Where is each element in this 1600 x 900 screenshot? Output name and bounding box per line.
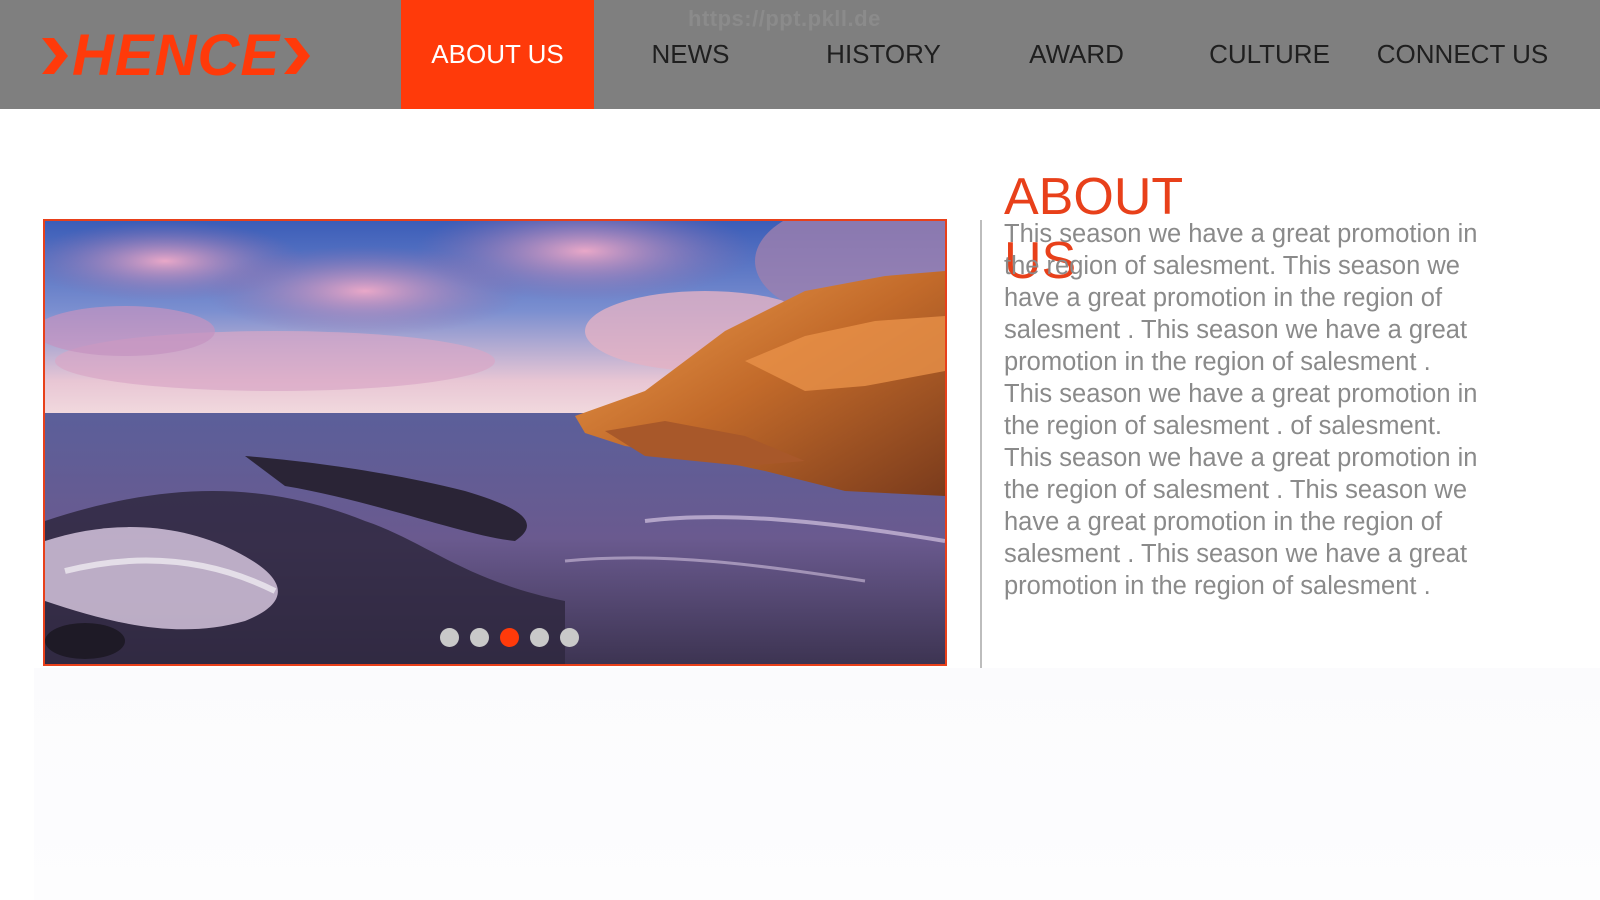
top-navbar: HENCE https://ppt.pkll.de ABOUT US NEWS … — [0, 0, 1600, 109]
nav-item-label: NEWS — [651, 39, 730, 69]
slider-dot-2[interactable] — [469, 628, 489, 647]
chevron-right-icon — [42, 38, 68, 74]
nav-item-about-us[interactable]: ABOUT US — [401, 0, 594, 109]
nav-item-label: ABOUT US — [431, 39, 564, 69]
slider-dot-4[interactable] — [529, 628, 549, 647]
bottom-background — [34, 668, 1600, 900]
nav-item-connect-us[interactable]: CONNECT US — [1366, 0, 1559, 109]
nav-item-label: AWARD — [1029, 39, 1124, 69]
nav-item-award[interactable]: AWARD — [980, 0, 1173, 109]
nav-item-news[interactable]: NEWS — [594, 0, 787, 109]
brand-name: HENCE — [72, 23, 281, 88]
nav-item-history[interactable]: HISTORY — [787, 0, 980, 109]
image-slider[interactable] — [43, 219, 947, 666]
about-body-text: This season we have a great promotion in… — [1004, 220, 1478, 600]
slider-dot-1[interactable] — [439, 628, 459, 647]
chevron-right-icon — [284, 38, 311, 74]
nav-item-label: CONNECT US — [1376, 39, 1549, 69]
nav-item-label: CULTURE — [1209, 39, 1330, 69]
nav-item-culture[interactable]: CULTURE — [1173, 0, 1366, 109]
brand-logo[interactable]: HENCE — [42, 23, 311, 88]
slider-dot-3[interactable] — [499, 628, 519, 647]
vertical-divider — [980, 220, 982, 668]
coastal-sunset-photo — [45, 221, 945, 664]
nav-item-label: HISTORY — [826, 39, 941, 69]
slider-dot-5[interactable] — [559, 628, 579, 647]
slider-pagination — [45, 628, 945, 647]
